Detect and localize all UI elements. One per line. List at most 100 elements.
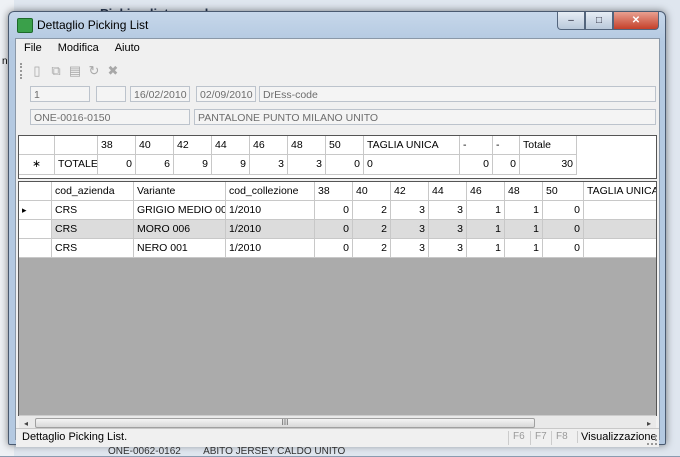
grid-cell[interactable]: CRS [52,239,134,258]
summary-cell[interactable]: TOTALE [55,155,98,175]
row-selector[interactable]: ▸ [19,201,52,220]
grid-cell[interactable]: 3 [429,201,467,220]
grid-cell[interactable]: CRS [52,201,134,220]
grid-cell[interactable]: CRS [52,220,134,239]
grid-header-cell [19,182,52,201]
summary-header-cell[interactable]: 46 [250,136,288,155]
grid-header-cell[interactable]: 46 [467,182,505,201]
grid-header-cell[interactable]: 44 [429,182,467,201]
grid-cell[interactable]: 1/2010 [226,239,315,258]
status-key-f6: F6 [508,431,525,445]
status-text: Dettaglio Picking List. [22,431,128,443]
summary-cell[interactable]: 9 [212,155,250,175]
field-date-start[interactable]: 16/02/2010 [130,86,190,102]
grid-cell[interactable]: 0 [315,239,353,258]
summary-cell[interactable]: 6 [136,155,174,175]
refresh-icon[interactable]: ↻ [86,63,102,79]
menu-aiuto[interactable]: Aiuto [107,39,148,59]
grid-cell[interactable]: 2 [353,239,391,258]
summary-header-cell[interactable]: - [460,136,493,155]
grid-cell[interactable]: 3 [391,239,429,258]
summary-header-cell [55,136,98,155]
delete-icon[interactable]: ✖ [105,63,121,79]
grid-cell[interactable]: 1 [505,239,543,258]
field-article-code[interactable]: ONE-0016-0150 [30,109,190,125]
grid-cell[interactable]: 0 [315,201,353,220]
summary-header-cell[interactable]: TAGLIA UNICA [364,136,460,155]
grid-header-cell[interactable]: TAGLIA UNICA [584,182,656,201]
grid-cell[interactable]: NERO 001 [134,239,226,258]
summary-cell[interactable]: 0 [460,155,493,175]
summary-cell[interactable]: 0 [326,155,364,175]
grid-cell[interactable]: 1/2010 [226,220,315,239]
field-id[interactable]: 1 [30,86,90,102]
grid-cell[interactable] [584,220,656,239]
grid-cell[interactable]: MORO 006 [134,220,226,239]
grid-header-cell[interactable]: 50 [543,182,584,201]
grid-cell[interactable]: 3 [391,220,429,239]
grid-header-cell[interactable]: cod_collezione [226,182,315,201]
grid-cell[interactable]: 1 [467,239,505,258]
title-bar[interactable]: Dettaglio Picking List – □ ✕ [9,12,665,38]
grid-cell[interactable]: 3 [429,220,467,239]
grid-cell[interactable]: 0 [543,201,584,220]
summary-cell[interactable]: 0 [493,155,520,175]
save-icon[interactable]: ▤ [67,63,83,79]
summary-header-cell[interactable]: 50 [326,136,364,155]
grid-cell[interactable]: 3 [391,201,429,220]
resize-grip-icon[interactable] [647,435,657,445]
summary-header-cell[interactable]: 40 [136,136,174,155]
copy-icon[interactable]: ⧉ [48,63,64,79]
grid-header-cell[interactable]: cod_azienda [52,182,134,201]
summary-cell[interactable]: 0 [364,155,460,175]
grid-cell[interactable]: 2 [353,201,391,220]
scroll-thumb[interactable]: III [35,418,535,428]
grid-cell[interactable] [584,201,656,220]
row-selector[interactable] [19,239,52,258]
grid-header-cell[interactable]: Variante [134,182,226,201]
grid-cell[interactable]: 0 [315,220,353,239]
menu-file[interactable]: File [16,39,50,59]
grid-header-cell[interactable]: 38 [315,182,353,201]
grid-cell[interactable]: 2 [353,220,391,239]
field-company[interactable]: DrEss-code [259,86,656,102]
grid-cell[interactable]: 1 [505,201,543,220]
summary-header-cell[interactable]: 42 [174,136,212,155]
summary-header-cell[interactable]: 48 [288,136,326,155]
maximize-button[interactable]: □ [585,12,613,30]
grid-header-cell[interactable]: 40 [353,182,391,201]
row-selector[interactable] [19,220,52,239]
grid-header-cell[interactable]: 48 [505,182,543,201]
grid-cell[interactable]: 1 [467,220,505,239]
summary-header-cell[interactable]: 44 [212,136,250,155]
new-icon[interactable]: ▯ [29,63,45,79]
status-bar: Dettaglio Picking List. F6 F7 F8 Visuali… [16,428,659,447]
summary-header-cell[interactable]: 38 [98,136,136,155]
grid-cell[interactable]: 1 [467,201,505,220]
grid-cell[interactable]: 0 [543,220,584,239]
summary-cell[interactable]: 3 [288,155,326,175]
menu-modifica[interactable]: Modifica [50,39,107,59]
grid-cell[interactable]: 3 [429,239,467,258]
field-article-description[interactable]: PANTALONE PUNTO MILANO UNITO [194,109,656,125]
grid-cell[interactable]: 0 [543,239,584,258]
grid-cell[interactable]: GRIGIO MEDIO 004 [134,201,226,220]
close-button[interactable]: ✕ [613,12,659,30]
grid-cell[interactable]: 1/2010 [226,201,315,220]
grid-cell[interactable]: 1 [505,220,543,239]
toolbar-grip[interactable] [20,63,25,79]
grid-cell[interactable] [584,239,656,258]
summary-header-cell[interactable]: - [493,136,520,155]
summary-cell[interactable]: 0 [98,155,136,175]
summary-row-marker[interactable]: ∗ [19,155,55,175]
summary-cell[interactable]: 3 [250,155,288,175]
field-date-end[interactable]: 02/09/2010 [196,86,256,102]
field-blank[interactable] [96,86,126,102]
detail-grid: cod_azienda Variante cod_collezione 38 4… [18,181,657,416]
status-key-f7: F7 [530,431,547,445]
summary-header-cell[interactable]: Totale [520,136,577,155]
summary-cell[interactable]: 30 [520,155,577,175]
summary-cell[interactable]: 9 [174,155,212,175]
grid-header-cell[interactable]: 42 [391,182,429,201]
minimize-button[interactable]: – [557,12,585,30]
